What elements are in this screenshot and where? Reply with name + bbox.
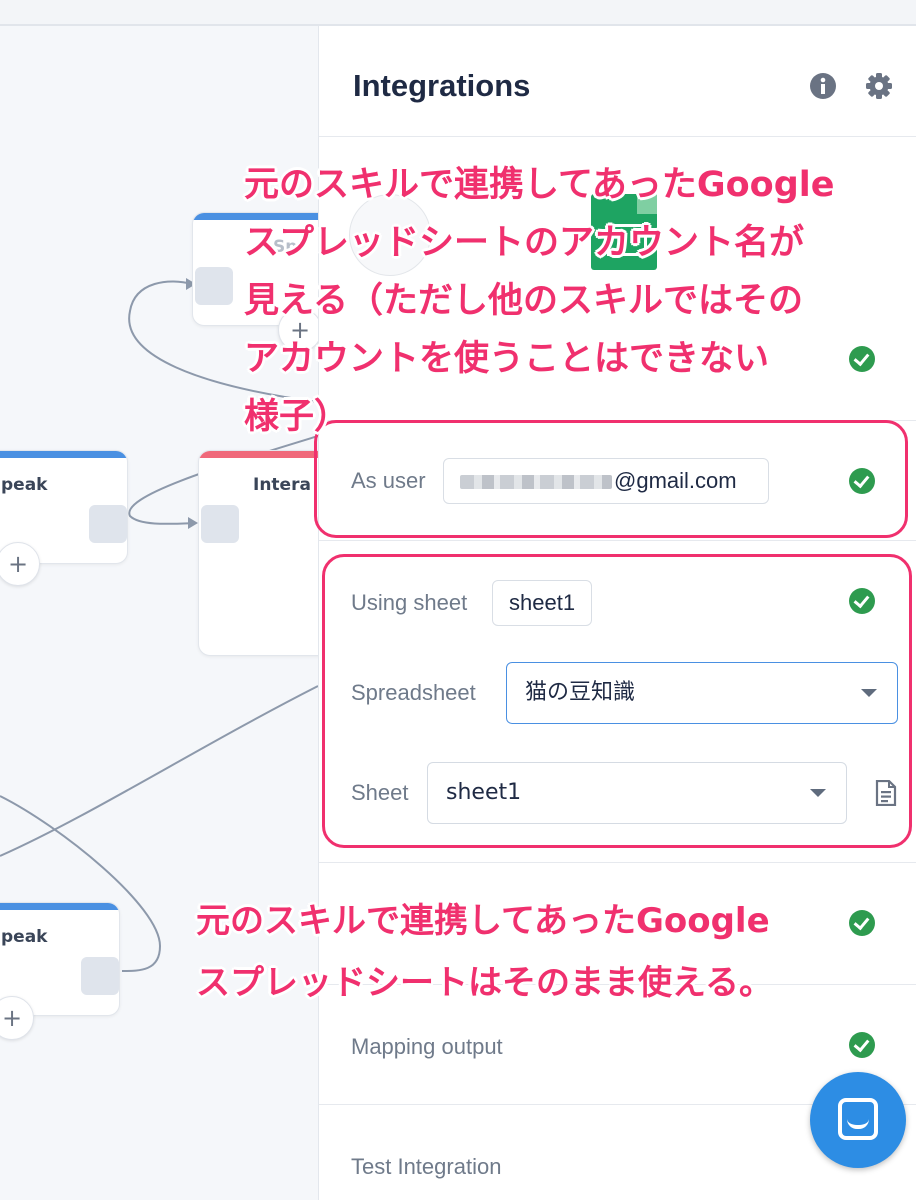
node-input-port[interactable] (195, 267, 233, 305)
gear-icon[interactable] (865, 72, 893, 100)
success-check-icon (849, 1032, 875, 1058)
top-bar (0, 0, 916, 26)
annotation-highlight-sheet-settings (322, 554, 912, 848)
annotation-line: スプレッドシートはそのまま使える。 (196, 963, 773, 1003)
annotation-line: 元のスキルで連携してあったGoogle (196, 901, 770, 941)
node-title: peak (1, 475, 48, 495)
annotation-text-bottom: 元のスキルで連携してあったGoogle スプレッドシートはそのまま使える。 (196, 890, 773, 1014)
divider (319, 540, 916, 541)
divider (319, 862, 916, 863)
annotation-line: アカウントを使うことはできない (244, 339, 770, 379)
panel-title: Integrations (353, 68, 531, 103)
annotation-line: 様子） (244, 397, 350, 437)
annotation-line: スプレッドシートのアカウント名が (244, 223, 805, 263)
mapping-output-label[interactable]: Mapping output (351, 1034, 503, 1060)
node-title: peak (1, 927, 48, 947)
info-icon[interactable] (809, 72, 837, 100)
node-accent (0, 451, 127, 458)
node-title: Intera (253, 475, 311, 495)
annotation-line: 見える（ただし他のスキルではその (244, 281, 803, 321)
node-input-port[interactable] (201, 505, 239, 543)
chat-launcher-button[interactable] (810, 1072, 906, 1168)
flow-node-integration[interactable]: Intera (198, 450, 318, 656)
divider (319, 136, 916, 137)
node-accent (0, 903, 119, 910)
node-output-port[interactable] (89, 505, 127, 543)
test-integration-label[interactable]: Test Integration (351, 1154, 501, 1180)
node-output-port[interactable] (81, 957, 119, 995)
annotation-text-top: 元のスキルで連携してあったGoogle スプレッドシートのアカウント名が 見える… (244, 156, 835, 446)
success-check-icon (849, 346, 875, 372)
node-accent (199, 451, 318, 458)
success-check-icon (849, 910, 875, 936)
annotation-line: 元のスキルで連携してあったGoogle (244, 165, 835, 205)
